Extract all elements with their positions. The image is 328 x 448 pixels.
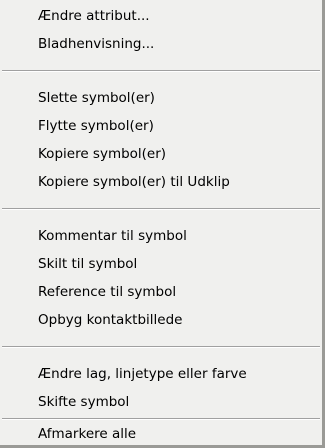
context-menu: Ændre attribut... Bladhenvisning... Slet… — [0, 0, 325, 448]
menu-separator — [2, 70, 320, 72]
menu-separator — [2, 208, 320, 210]
menu-item-copy-symbols[interactable]: Kopiere symbol(er) — [38, 142, 166, 166]
menu-item-build-contact-image[interactable]: Opbyg kontaktbillede — [38, 308, 182, 332]
menu-separator — [2, 418, 320, 420]
menu-item-comment-to-symbol[interactable]: Kommentar til symbol — [38, 224, 187, 248]
menu-item-sign-to-symbol[interactable]: Skilt til symbol — [38, 252, 137, 276]
menu-item-deselect-all[interactable]: Afmarkere alle — [38, 422, 136, 446]
menu-item-reference-to-symbol[interactable]: Reference til symbol — [38, 280, 176, 304]
menu-item-change-attribute[interactable]: Ændre attribut... — [38, 4, 150, 28]
menu-item-move-symbols[interactable]: Flytte symbol(er) — [38, 114, 154, 138]
menu-separator — [2, 346, 320, 348]
menu-item-change-layer-linetype-color[interactable]: Ændre lag, linjetype eller farve — [38, 362, 247, 386]
menu-item-copy-symbols-to-clipboard[interactable]: Kopiere symbol(er) til Udklip — [38, 170, 230, 194]
menu-item-sheet-reference[interactable]: Bladhenvisning... — [38, 32, 154, 56]
menu-item-change-symbol[interactable]: Skifte symbol — [38, 390, 129, 414]
menu-item-delete-symbols[interactable]: Slette symbol(er) — [38, 86, 155, 110]
